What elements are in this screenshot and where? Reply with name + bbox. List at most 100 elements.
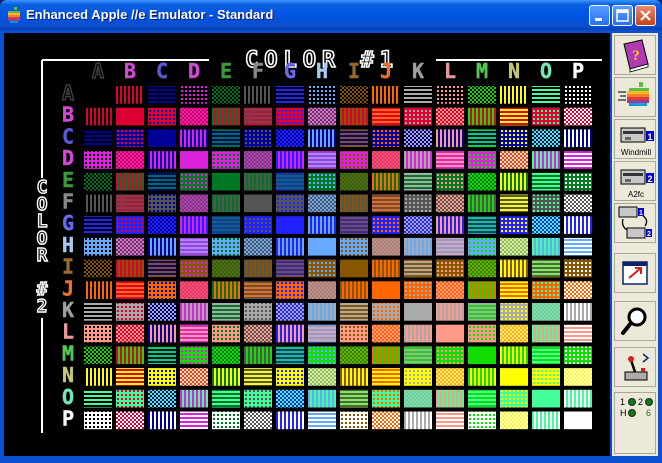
drive-2-button[interactable]: 2 A2fc (614, 161, 656, 201)
color-cell (404, 324, 432, 343)
side-label-char: R (37, 245, 48, 266)
color-cell (500, 259, 528, 278)
color-cell (468, 411, 496, 430)
title-bar[interactable]: Enhanced Apple //e Emulator - Standard (0, 0, 662, 30)
column-label: I (348, 59, 360, 83)
color-cell (404, 303, 432, 321)
color-cell (404, 389, 432, 408)
emulator-screen[interactable]: COLOR #1 C O L O R #2 ABCDEFGHIJKLMNOP ABCDEF… (4, 33, 610, 456)
color-cell (564, 216, 592, 234)
color-cell (148, 151, 176, 169)
color-cell (212, 281, 240, 299)
color-cell (84, 368, 112, 386)
color-cell (212, 107, 240, 126)
color-cell (116, 346, 144, 365)
color-cell (340, 216, 368, 234)
color-cell (340, 324, 368, 343)
color-cell (436, 389, 464, 408)
color-cell (308, 172, 336, 191)
color-cell (532, 368, 560, 386)
color-cell (532, 86, 560, 104)
color-cell (276, 237, 304, 256)
color-cell (436, 172, 464, 191)
color-cell (372, 303, 400, 321)
color-cell (564, 129, 592, 148)
color-cell (500, 194, 528, 213)
close-button[interactable] (635, 5, 656, 26)
color-cell (404, 346, 432, 365)
swap-disks-button[interactable]: 1 2 (614, 203, 656, 243)
color-cell (436, 324, 464, 343)
color-cell (468, 237, 496, 256)
color-cell (404, 86, 432, 104)
color-cell (180, 259, 208, 278)
color-cell (404, 151, 432, 169)
color-cell (532, 172, 560, 191)
column-label: C (156, 59, 168, 83)
color-cell (276, 129, 304, 148)
color-cell (308, 346, 336, 365)
color-cell (500, 368, 528, 386)
color-cell (180, 129, 208, 148)
color-cell (436, 281, 464, 299)
column-label: B (124, 59, 136, 83)
color-cell (468, 216, 496, 234)
color-matrix-display: COLOR #1 COLOR#2 ABCDEFGHIJKLMNOP ABCDEF… (36, 47, 602, 433)
color-cell (532, 194, 560, 213)
row-label: G (62, 211, 74, 235)
color-cell (116, 281, 144, 299)
minimize-button[interactable] (589, 5, 610, 26)
minimize-icon (595, 18, 602, 21)
color-cell (308, 151, 336, 169)
color-cell (308, 368, 336, 386)
color-cell (148, 216, 176, 234)
color-cell (308, 237, 336, 256)
color-cell (468, 389, 496, 408)
color-cell (276, 172, 304, 191)
drive-1-button[interactable]: 1 Windmill (614, 119, 656, 159)
drive-status-panel: 1 2 H 6 (614, 392, 656, 454)
color-cell (180, 303, 208, 321)
close-icon (640, 10, 651, 21)
column-label: M (476, 59, 488, 83)
color-cell (500, 86, 528, 104)
color-cell (276, 324, 304, 343)
row-label: J (62, 276, 74, 300)
color-cell (308, 86, 336, 104)
color-cell (372, 194, 400, 213)
color-cell (340, 194, 368, 213)
color-cell (212, 194, 240, 213)
color-cell (180, 86, 208, 104)
color-cell (500, 303, 528, 321)
color-cell (84, 172, 112, 191)
color-cell (276, 194, 304, 213)
color-cell (148, 172, 176, 191)
color-cell (180, 324, 208, 343)
color-cell (276, 259, 304, 278)
color-cell (244, 194, 272, 213)
debugger-button[interactable] (614, 301, 656, 341)
color-cell (436, 411, 464, 430)
color-cell (468, 303, 496, 321)
help-button[interactable]: ? (614, 35, 656, 75)
color-cell (308, 281, 336, 299)
color-cell (116, 194, 144, 213)
color-cell (212, 237, 240, 256)
color-cell (212, 129, 240, 148)
column-label: H (316, 59, 328, 83)
help-book-icon: ? (623, 39, 649, 73)
fullscreen-button[interactable] (614, 253, 656, 293)
color-cell (148, 237, 176, 256)
color-cell (212, 324, 240, 343)
color-cell (372, 346, 400, 365)
color-cell (532, 237, 560, 256)
color-cell (308, 129, 336, 148)
color-cell (84, 129, 112, 148)
color-cell (84, 194, 112, 213)
maximize-button[interactable] (612, 5, 633, 26)
color-cell (564, 172, 592, 191)
color-cell (116, 107, 144, 126)
color-cell (84, 389, 112, 408)
run-button[interactable] (614, 77, 656, 117)
settings-button[interactable] (614, 347, 656, 387)
